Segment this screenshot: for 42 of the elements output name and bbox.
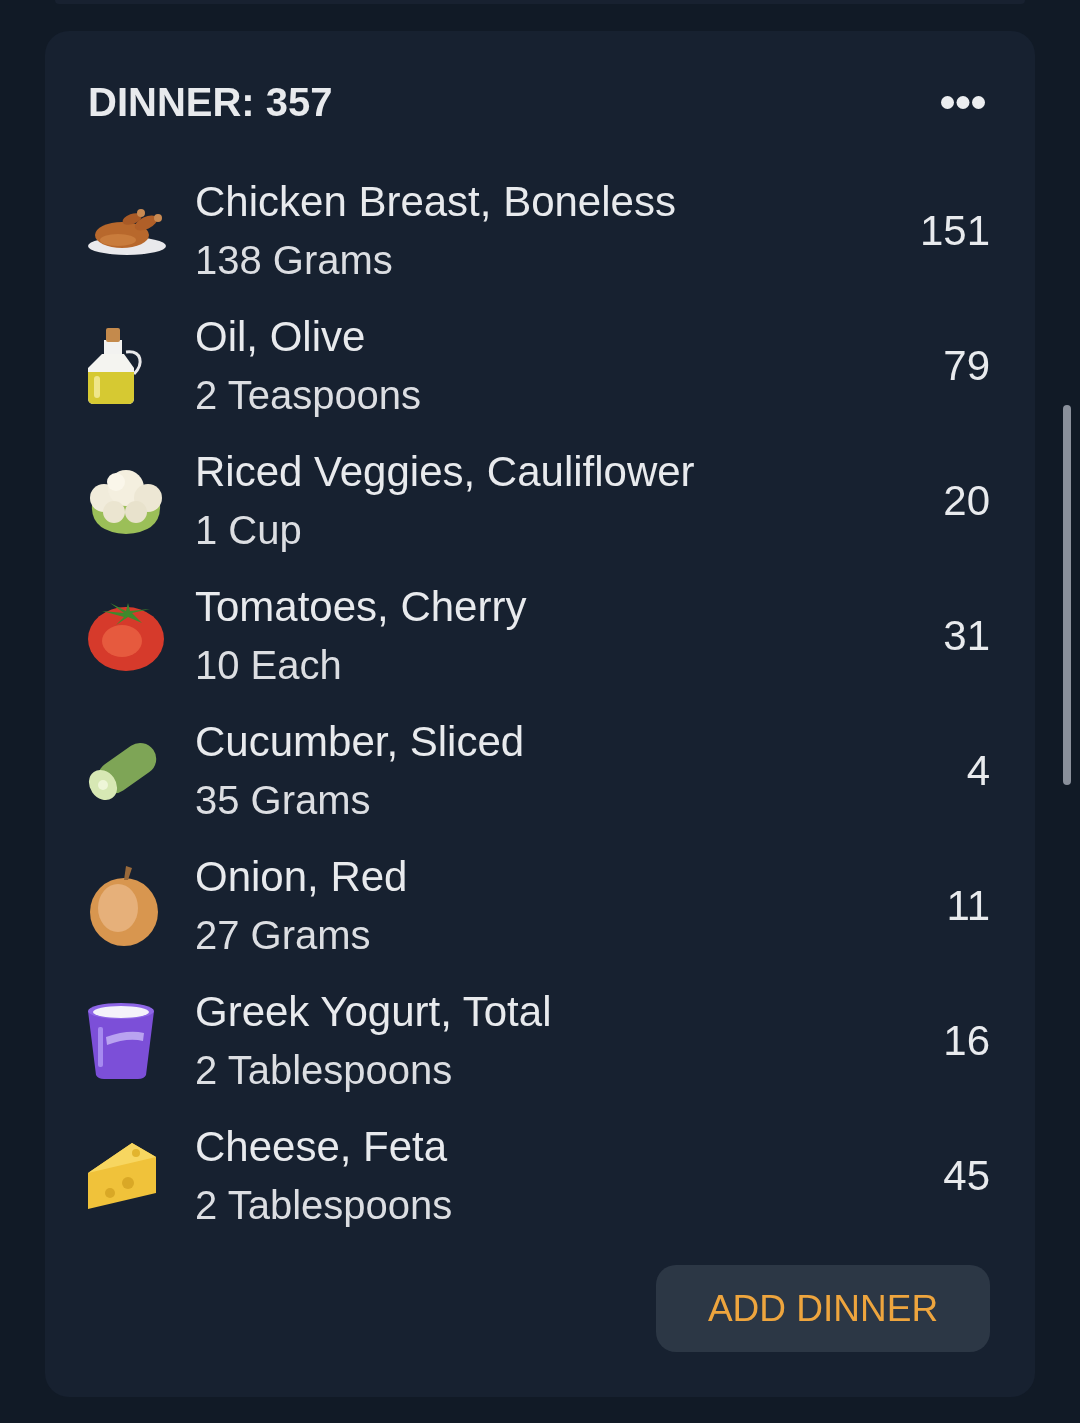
food-name: Riced Veggies, Cauliflower — [195, 446, 696, 497]
food-name: Cheese, Feta — [195, 1121, 449, 1172]
food-entry[interactable]: Tomatoes, Cherry 10 Each 31 — [88, 568, 990, 703]
calorie-count: 151 — [919, 205, 990, 256]
food-entry[interactable]: Greek Yogurt, Total 2 Tablespoons 16 — [88, 973, 990, 1108]
roast-chicken-icon — [88, 206, 166, 255]
yogurt-cup-icon — [88, 1002, 154, 1079]
food-entry[interactable]: Cheese, Feta 2 Tablespoons 45 — [88, 1108, 990, 1243]
food-amount: 2 Teaspoons — [195, 371, 423, 419]
calorie-count: 79 — [943, 340, 990, 391]
cheese-icon — [88, 1142, 156, 1209]
food-name: Oil, Olive — [195, 311, 367, 362]
calorie-count: 4 — [966, 745, 990, 796]
food-amount: 1 Cup — [195, 506, 303, 554]
food-entry[interactable]: Chicken Breast, Boneless 138 Grams 151 — [88, 163, 990, 298]
food-amount: 2 Tablespoons — [195, 1181, 454, 1229]
calorie-count: 45 — [943, 1150, 990, 1201]
calorie-count: 11 — [946, 880, 990, 931]
food-entry[interactable]: Riced Veggies, Cauliflower 1 Cup 20 — [88, 433, 990, 568]
food-amount: 138 Grams — [195, 236, 394, 284]
more-options-button[interactable] — [941, 95, 985, 109]
more-icon — [941, 95, 985, 109]
food-name: Tomatoes, Cherry — [195, 581, 528, 632]
scrollbar-thumb[interactable] — [1063, 405, 1071, 785]
cauliflower-icon — [88, 467, 164, 534]
food-entry[interactable]: Oil, Olive 2 Teaspoons 79 — [88, 298, 990, 433]
calorie-count: 16 — [943, 1015, 990, 1066]
calorie-count: 20 — [943, 475, 990, 526]
food-name: Cucumber, Sliced — [195, 716, 526, 767]
calorie-count: 31 — [943, 610, 990, 661]
food-amount: 35 Grams — [195, 776, 372, 824]
onion-icon — [88, 865, 160, 946]
food-amount: 10 Each — [195, 641, 343, 689]
food-entry[interactable]: Onion, Red 27 Grams 11 — [88, 838, 990, 973]
food-amount: 2 Tablespoons — [195, 1046, 454, 1094]
food-name: Chicken Breast, Boneless — [195, 176, 677, 227]
food-name: Greek Yogurt, Total — [195, 986, 553, 1037]
meal-title: DINNER: 357 — [88, 79, 333, 126]
food-entry[interactable]: Cucumber, Sliced 35 Grams 4 — [88, 703, 990, 838]
food-amount: 27 Grams — [195, 911, 372, 959]
food-name: Onion, Red — [195, 851, 409, 902]
add-dinner-button[interactable]: ADD DINNER — [656, 1265, 990, 1352]
